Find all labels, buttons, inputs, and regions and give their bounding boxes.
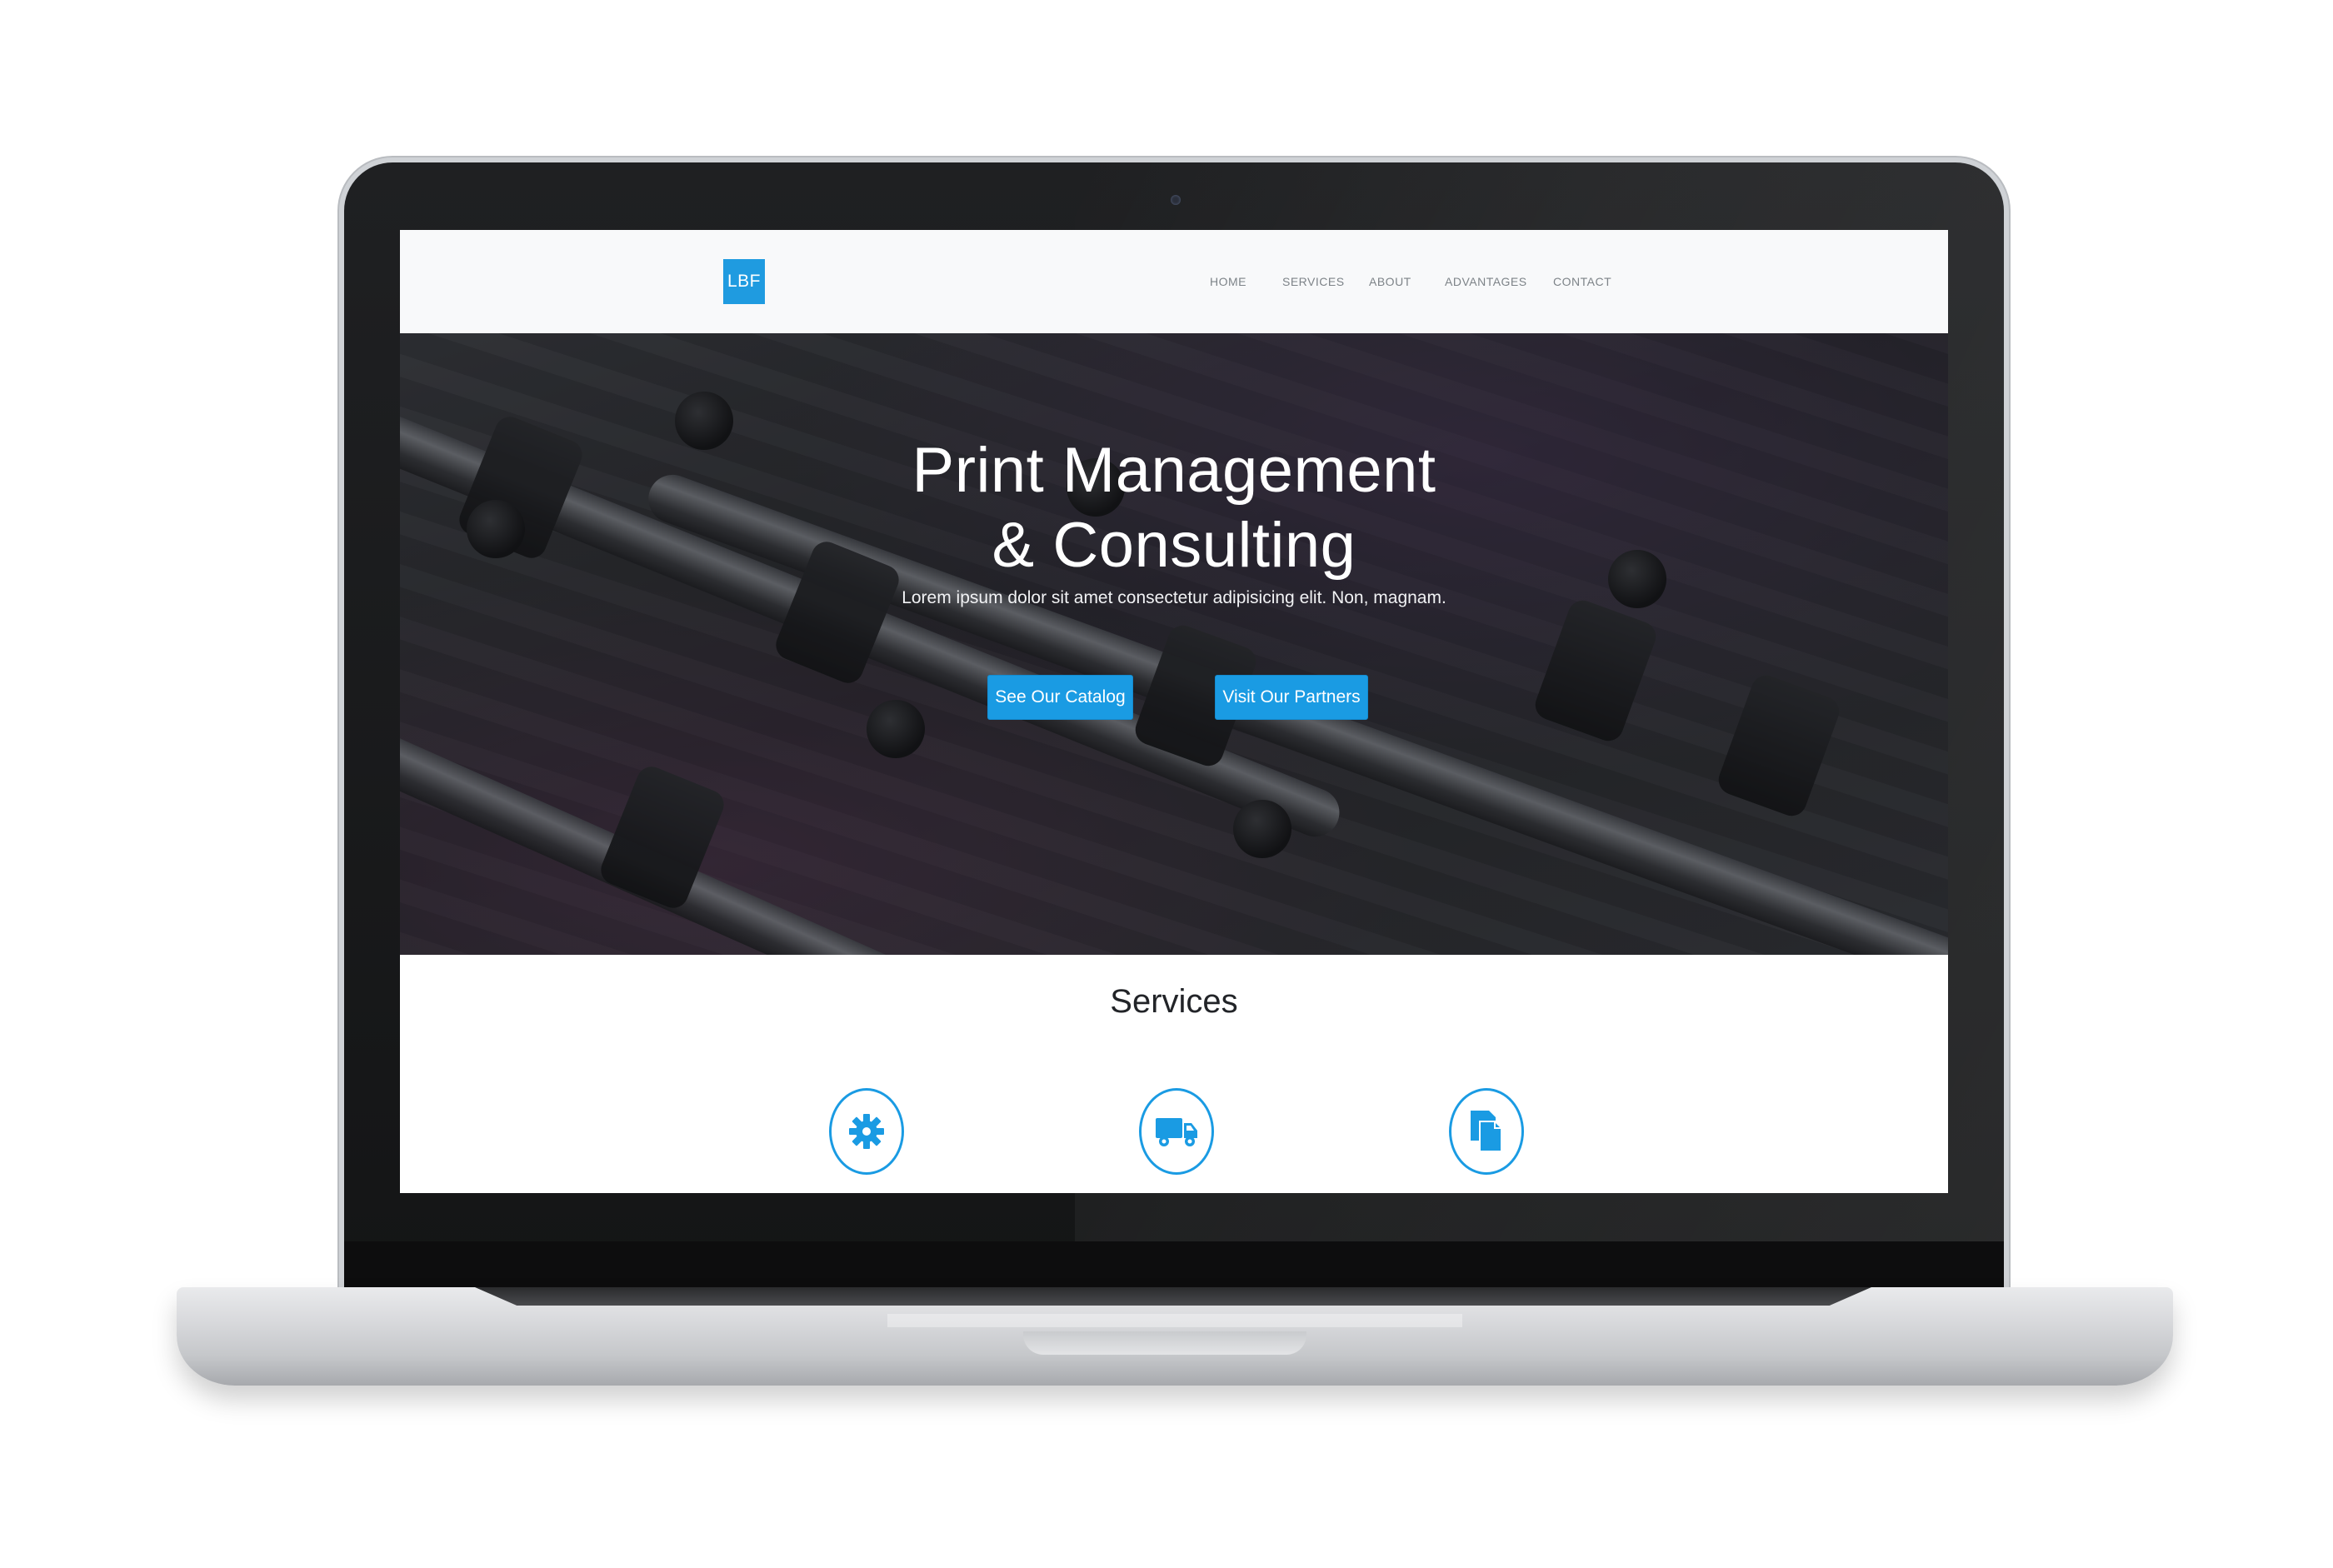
hero-section: Print Management & Consulting Lorem ipsu…	[400, 333, 1948, 955]
base-highlight	[887, 1314, 1462, 1327]
nav-item-about[interactable]: ABOUT	[1369, 275, 1411, 288]
gear-icon	[849, 1114, 884, 1149]
documents-icon	[1471, 1111, 1502, 1152]
laptop-mockup: LBF HOME SERVICES ABOUT ADVANTAGES CONTA…	[0, 0, 2333, 1568]
services-heading: Services	[1110, 983, 1238, 1020]
hero-lead: Lorem ipsum dolor sit amet consectetur a…	[902, 588, 1446, 607]
nav-item-home[interactable]: HOME	[1210, 275, 1246, 288]
webcam	[1171, 195, 1181, 205]
website-screen: LBF HOME SERVICES ABOUT ADVANTAGES CONTA…	[400, 230, 1948, 1193]
keyboard-edge	[475, 1287, 1871, 1306]
hero-title-line-2: & Consulting	[992, 510, 1356, 581]
hero-title-line-1: Print Management	[912, 435, 1436, 506]
service-item-gear[interactable]	[829, 1088, 904, 1175]
main-nav: HOME SERVICES ABOUT ADVANTAGES CONTACT	[400, 230, 1948, 333]
nav-item-contact[interactable]: CONTACT	[1553, 275, 1611, 288]
see-catalog-button[interactable]: See Our Catalog	[987, 675, 1133, 720]
service-item-truck[interactable]	[1139, 1088, 1214, 1175]
service-item-documents[interactable]	[1449, 1088, 1524, 1175]
navbar: LBF HOME SERVICES ABOUT ADVANTAGES CONTA…	[400, 230, 1948, 334]
nav-item-services[interactable]: SERVICES	[1282, 275, 1345, 288]
bezel-bottom	[344, 1241, 2004, 1287]
nav-item-advantages[interactable]: ADVANTAGES	[1445, 275, 1527, 288]
hero-title: Print Management & Consulting	[400, 433, 1948, 583]
hero-overlay	[400, 333, 1948, 955]
lid-notch	[1023, 1331, 1306, 1355]
truck-icon	[1156, 1118, 1197, 1146]
visit-partners-button[interactable]: Visit Our Partners	[1215, 675, 1368, 720]
